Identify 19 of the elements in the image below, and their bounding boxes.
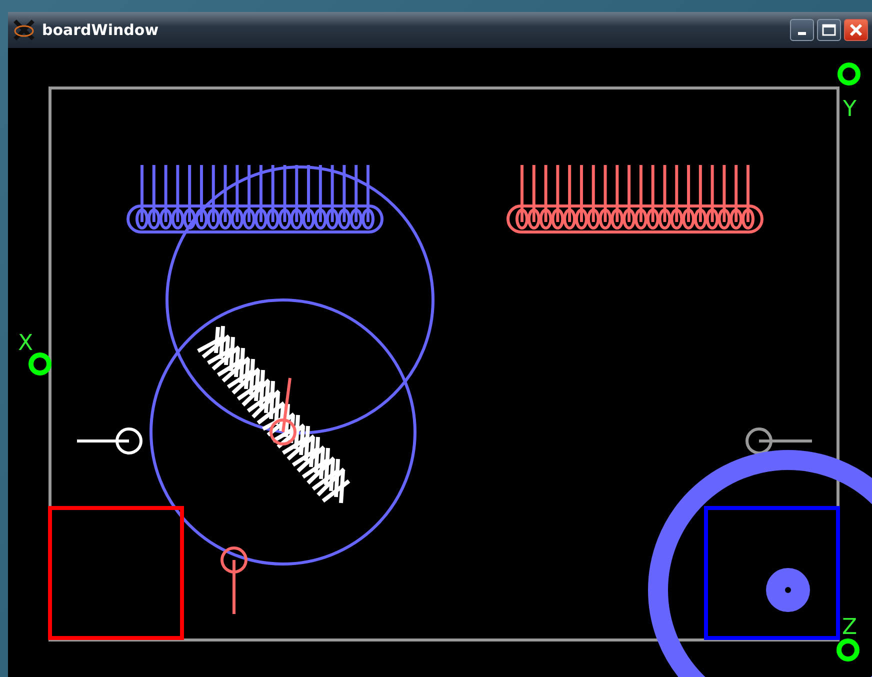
dot-drawing	[766, 568, 810, 612]
pin-drawing	[746, 428, 812, 454]
target-ring	[838, 62, 860, 86]
axis-label: Z	[842, 615, 858, 640]
window-title: boardWindow	[42, 21, 160, 39]
maximize-button[interactable]	[817, 19, 841, 41]
close-icon	[849, 23, 863, 37]
axis-label: Y	[843, 97, 856, 122]
minimize-icon	[798, 32, 806, 35]
pin-drawing	[220, 546, 248, 614]
pin-drawing	[77, 428, 142, 454]
pin-drawing	[270, 378, 296, 446]
minimize-button[interactable]	[790, 19, 814, 41]
app-icon	[12, 18, 36, 42]
close-button[interactable]	[844, 19, 868, 41]
maximize-icon	[822, 24, 836, 36]
target-ring	[28, 352, 52, 376]
axis-label: X	[18, 331, 34, 356]
target-ring	[836, 638, 860, 662]
